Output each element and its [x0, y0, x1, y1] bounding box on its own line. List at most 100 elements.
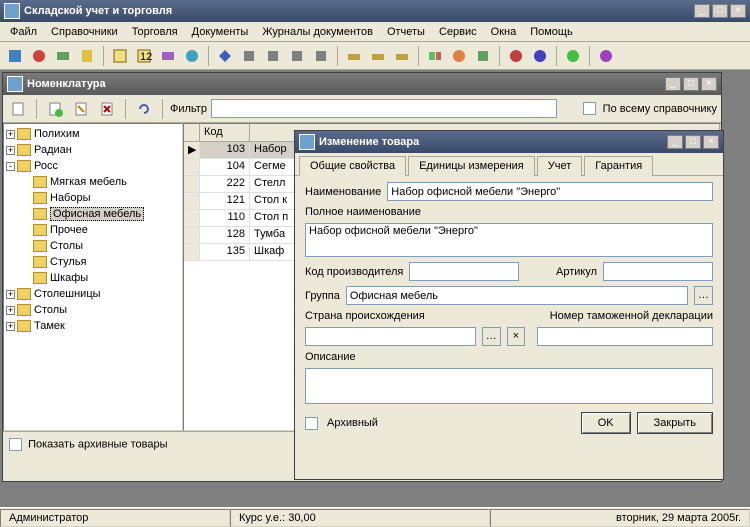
- svg-text:12: 12: [140, 51, 152, 63]
- col-code[interactable]: Код: [200, 124, 250, 141]
- tool-icon-3[interactable]: [52, 45, 74, 67]
- close-dialog-button[interactable]: Закрыть: [637, 412, 713, 434]
- folder-icon: [33, 272, 47, 284]
- tree-item[interactable]: -Росс: [6, 158, 180, 174]
- expand-icon[interactable]: +: [6, 290, 15, 299]
- tree-label: Столы: [50, 240, 83, 252]
- menu-reports[interactable]: Отчеты: [381, 24, 431, 40]
- name-label: Наименование: [305, 186, 381, 198]
- tool-icon-21[interactable]: [529, 45, 551, 67]
- folder-icon: [17, 304, 31, 316]
- tab-warranty[interactable]: Гарантия: [584, 156, 653, 176]
- nom-close-button[interactable]: ×: [701, 77, 717, 91]
- tree-item[interactable]: Офисная мебель: [6, 206, 180, 222]
- tree-item[interactable]: +Столешницы: [6, 286, 180, 302]
- edit-minimize-button[interactable]: _: [667, 135, 683, 149]
- nom-add-icon[interactable]: [44, 98, 66, 120]
- group-browse-button[interactable]: …: [694, 286, 713, 305]
- ok-button[interactable]: OK: [581, 412, 631, 434]
- country-clear-button[interactable]: ×: [507, 327, 526, 346]
- tree-item[interactable]: + Радиан: [6, 142, 180, 158]
- tool-icon-20[interactable]: [505, 45, 527, 67]
- tree-item[interactable]: +Столы: [6, 302, 180, 318]
- edit-titlebar: Изменение товара _ □ ×: [295, 131, 723, 153]
- nom-delete-icon[interactable]: [96, 98, 118, 120]
- expand-icon[interactable]: +: [6, 306, 15, 315]
- tree-item[interactable]: Шкафы: [6, 270, 180, 286]
- tool-icon-16[interactable]: [391, 45, 413, 67]
- category-tree[interactable]: +Полихим+Радиан-РоссМягкая мебельНаборыО…: [3, 123, 183, 431]
- tab-accounting[interactable]: Учет: [537, 156, 583, 176]
- mfrcode-input[interactable]: [409, 262, 519, 281]
- country-input[interactable]: [305, 327, 476, 346]
- country-browse-button[interactable]: …: [482, 327, 501, 346]
- decl-input[interactable]: [537, 327, 713, 346]
- tool-icon-17[interactable]: [424, 45, 446, 67]
- row-pointer-icon: [184, 244, 200, 260]
- nom-maximize-button[interactable]: □: [683, 77, 699, 91]
- menu-directories[interactable]: Справочники: [45, 24, 124, 40]
- tool-icon-5[interactable]: [109, 45, 131, 67]
- tool-icon-6[interactable]: 12: [133, 45, 155, 67]
- maximize-button[interactable]: □: [712, 4, 728, 18]
- menu-trade[interactable]: Торговля: [126, 24, 184, 40]
- group-input[interactable]: [346, 286, 688, 305]
- tab-general[interactable]: Общие свойства: [299, 156, 406, 176]
- close-button[interactable]: ×: [730, 4, 746, 18]
- tree-item[interactable]: +Тамек: [6, 318, 180, 334]
- app-titlebar: Складской учет и торговля _ □ ×: [0, 0, 750, 22]
- fullname-input[interactable]: Набор офисной мебели "Энерго": [305, 223, 713, 257]
- expand-icon[interactable]: +: [6, 130, 15, 139]
- menu-journals[interactable]: Журналы документов: [256, 24, 379, 40]
- cell-code: 110: [200, 210, 250, 226]
- tool-icon-8[interactable]: [181, 45, 203, 67]
- nom-edit-icon[interactable]: [70, 98, 92, 120]
- tool-icon-9[interactable]: [214, 45, 236, 67]
- tool-icon-14[interactable]: [343, 45, 365, 67]
- tree-item[interactable]: Прочее: [6, 222, 180, 238]
- tree-item[interactable]: Мягкая мебель: [6, 174, 180, 190]
- nom-refresh-icon[interactable]: [133, 98, 155, 120]
- tool-icon-22[interactable]: [562, 45, 584, 67]
- tool-icon-19[interactable]: [472, 45, 494, 67]
- menu-service[interactable]: Сервис: [433, 24, 483, 40]
- tree-item[interactable]: Столы: [6, 238, 180, 254]
- tool-icon-18[interactable]: [448, 45, 470, 67]
- tool-icon-2[interactable]: [28, 45, 50, 67]
- whole-dir-checkbox[interactable]: [583, 102, 596, 115]
- menu-file[interactable]: Файл: [4, 24, 43, 40]
- cell-code: 135: [200, 244, 250, 260]
- folder-icon: [33, 176, 47, 188]
- tool-icon-11[interactable]: [262, 45, 284, 67]
- menu-help[interactable]: Помощь: [524, 24, 579, 40]
- edit-maximize-button[interactable]: □: [685, 135, 701, 149]
- expand-icon[interactable]: -: [6, 162, 15, 171]
- name-input[interactable]: [387, 182, 713, 201]
- expand-icon[interactable]: +: [6, 322, 15, 331]
- tool-icon-7[interactable]: [157, 45, 179, 67]
- tool-icon-23[interactable]: [595, 45, 617, 67]
- tree-item[interactable]: Наборы: [6, 190, 180, 206]
- menu-windows[interactable]: Окна: [485, 24, 523, 40]
- tree-item[interactable]: Стулья: [6, 254, 180, 270]
- minimize-button[interactable]: _: [694, 4, 710, 18]
- tool-icon-12[interactable]: [286, 45, 308, 67]
- tool-icon-10[interactable]: [238, 45, 260, 67]
- tree-label: Радиан: [34, 144, 72, 156]
- tree-item[interactable]: +Полихим: [6, 126, 180, 142]
- nom-minimize-button[interactable]: _: [665, 77, 681, 91]
- tool-icon-15[interactable]: [367, 45, 389, 67]
- nom-new-icon[interactable]: [7, 98, 29, 120]
- tool-icon-13[interactable]: [310, 45, 332, 67]
- edit-close-button[interactable]: ×: [703, 135, 719, 149]
- desc-input[interactable]: [305, 368, 713, 404]
- tab-units[interactable]: Единицы измерения: [408, 156, 535, 176]
- expand-icon[interactable]: +: [6, 146, 15, 155]
- tool-icon-1[interactable]: [4, 45, 26, 67]
- menu-documents[interactable]: Документы: [186, 24, 255, 40]
- show-archive-checkbox[interactable]: [9, 438, 22, 451]
- article-input[interactable]: [603, 262, 713, 281]
- filter-input[interactable]: [211, 99, 557, 118]
- archive-checkbox[interactable]: [305, 417, 318, 430]
- tool-icon-4[interactable]: [76, 45, 98, 67]
